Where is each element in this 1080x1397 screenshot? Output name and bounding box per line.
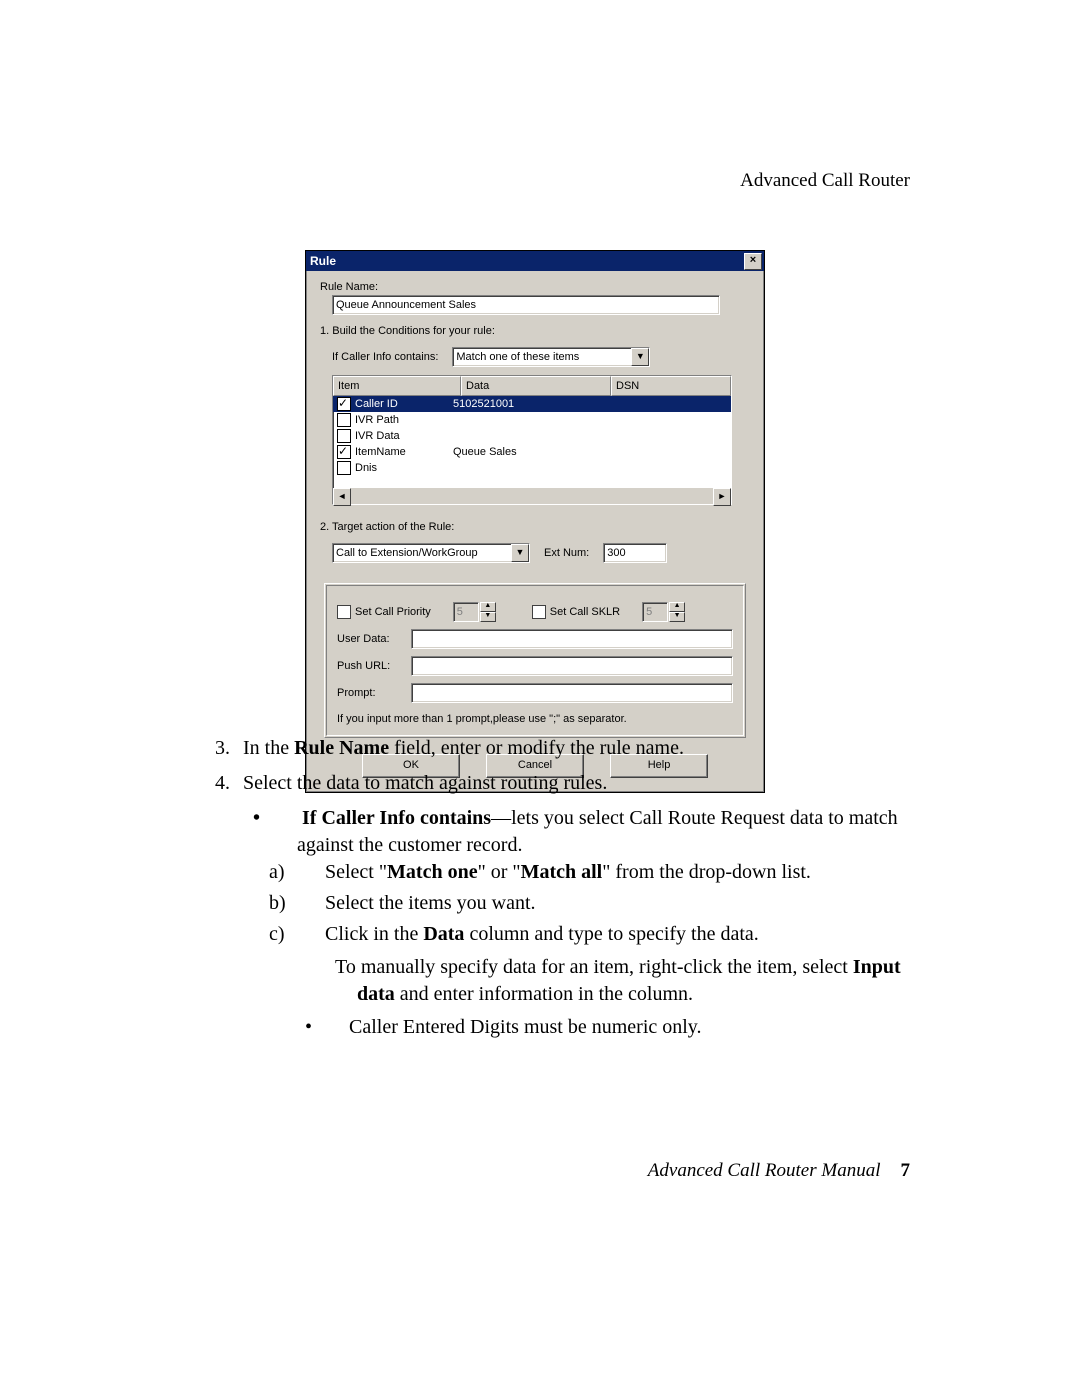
step-4: 4.Select the data to match against routi… [215,770,905,1041]
list-row[interactable]: IVR Data [333,428,731,444]
list-h-scrollbar[interactable]: ◄ ► [333,488,731,504]
set-priority-checkbox[interactable]: Set Call Priority [337,605,431,619]
list-row[interactable]: ItemName Queue Sales [333,444,731,460]
chevron-down-icon[interactable]: ▼ [631,348,649,366]
step-4b: b)Select the items you want. [297,890,905,917]
checkbox-icon[interactable] [337,397,351,411]
step-3: 3.In the Rule Name field, enter or modif… [215,735,905,762]
if-caller-label: If Caller Info contains: [332,351,438,363]
running-footer: Advanced Call Router Manual7 [648,1160,910,1182]
numeric-only-note: Caller Entered Digits must be numeric on… [327,1014,905,1041]
list-item-name: IVR Path [355,414,399,426]
list-item-name: IVR Data [355,430,400,442]
step-4-bullet-1: If Caller Info contains—lets you select … [275,805,905,1041]
rule-name-label: Rule Name: [320,281,750,293]
step-4c: c)Click in the Data column and type to s… [297,921,905,948]
match-mode-value: Match one of these items [452,347,650,367]
ext-num-input[interactable]: 300 [603,543,667,563]
sklr-value: 5 [642,602,668,622]
window-title: Rule [310,254,336,268]
priority-value: 5 [453,602,479,622]
chevron-down-icon[interactable]: ▼ [511,544,529,562]
dialog-figure: Rule × Rule Name: Queue Announcement Sal… [305,250,765,793]
list-item-data: Queue Sales [451,446,593,458]
checkbox-icon[interactable] [337,461,351,475]
priority-spin[interactable]: 5 ▲▼ [453,602,496,622]
list-row[interactable]: IVR Path [333,412,731,428]
spin-up-icon[interactable]: ▲ [669,602,685,612]
checkbox-icon [532,605,546,619]
scroll-left-icon[interactable]: ◄ [333,488,351,506]
manual-input-note: To manually specify data for an item, ri… [327,954,905,1008]
col-data[interactable]: Data [461,376,611,396]
checkbox-icon [337,605,351,619]
user-data-input[interactable] [411,629,733,649]
checkbox-icon[interactable] [337,429,351,443]
set-priority-label: Set Call Priority [355,606,431,618]
list-item-data: 5102521001 [451,398,593,410]
ext-num-label: Ext Num: [544,547,589,559]
scroll-right-icon[interactable]: ► [713,488,731,506]
prompt-label: Prompt: [337,687,411,699]
running-header: Advanced Call Router [740,170,910,192]
conditions-header: 1. Build the Conditions for your rule: [320,325,750,337]
target-action-value: Call to Extension/WorkGroup [332,543,530,563]
list-item-name: ItemName [355,446,406,458]
options-group: Set Call Priority 5 ▲▼ Set Call SKLR 5 [324,583,746,738]
spin-down-icon[interactable]: ▼ [669,612,685,622]
instruction-copy: 3.In the Rule Name field, enter or modif… [215,735,905,1049]
checkbox-icon[interactable] [337,413,351,427]
set-sklr-checkbox[interactable]: Set Call SKLR [532,605,620,619]
user-data-label: User Data: [337,633,411,645]
prompt-separator-note: If you input more than 1 prompt,please u… [337,713,733,725]
conditions-list[interactable]: Item Data DSN Caller ID 5102521001 IVR Pat… [332,375,732,505]
rule-name-input[interactable]: Queue Announcement Sales [332,295,720,315]
push-url-label: Push URL: [337,660,411,672]
list-header: Item Data DSN [333,376,731,396]
target-header: 2. Target action of the Rule: [320,521,750,533]
set-sklr-label: Set Call SKLR [550,606,620,618]
col-item[interactable]: Item [333,376,461,396]
checkbox-icon[interactable] [337,445,351,459]
sklr-spin[interactable]: 5 ▲▼ [642,602,685,622]
prompt-input[interactable] [411,683,733,703]
title-bar: Rule × [306,251,764,271]
target-action-combo[interactable]: Call to Extension/WorkGroup ▼ [332,543,530,563]
spin-down-icon[interactable]: ▼ [480,612,496,622]
list-row[interactable]: Dnis [333,460,731,476]
rule-dialog: Rule × Rule Name: Queue Announcement Sal… [305,250,765,793]
match-mode-combo[interactable]: Match one of these items ▼ [452,347,650,367]
spin-up-icon[interactable]: ▲ [480,602,496,612]
list-row[interactable]: Caller ID 5102521001 [333,396,731,412]
step-4a: a)Select "Match one" or "Match all" from… [297,859,905,886]
close-icon[interactable]: × [744,253,762,270]
list-item-name: Caller ID [355,398,398,410]
col-dsn[interactable]: DSN [611,376,731,396]
push-url-input[interactable] [411,656,733,676]
list-item-name: Dnis [355,462,377,474]
